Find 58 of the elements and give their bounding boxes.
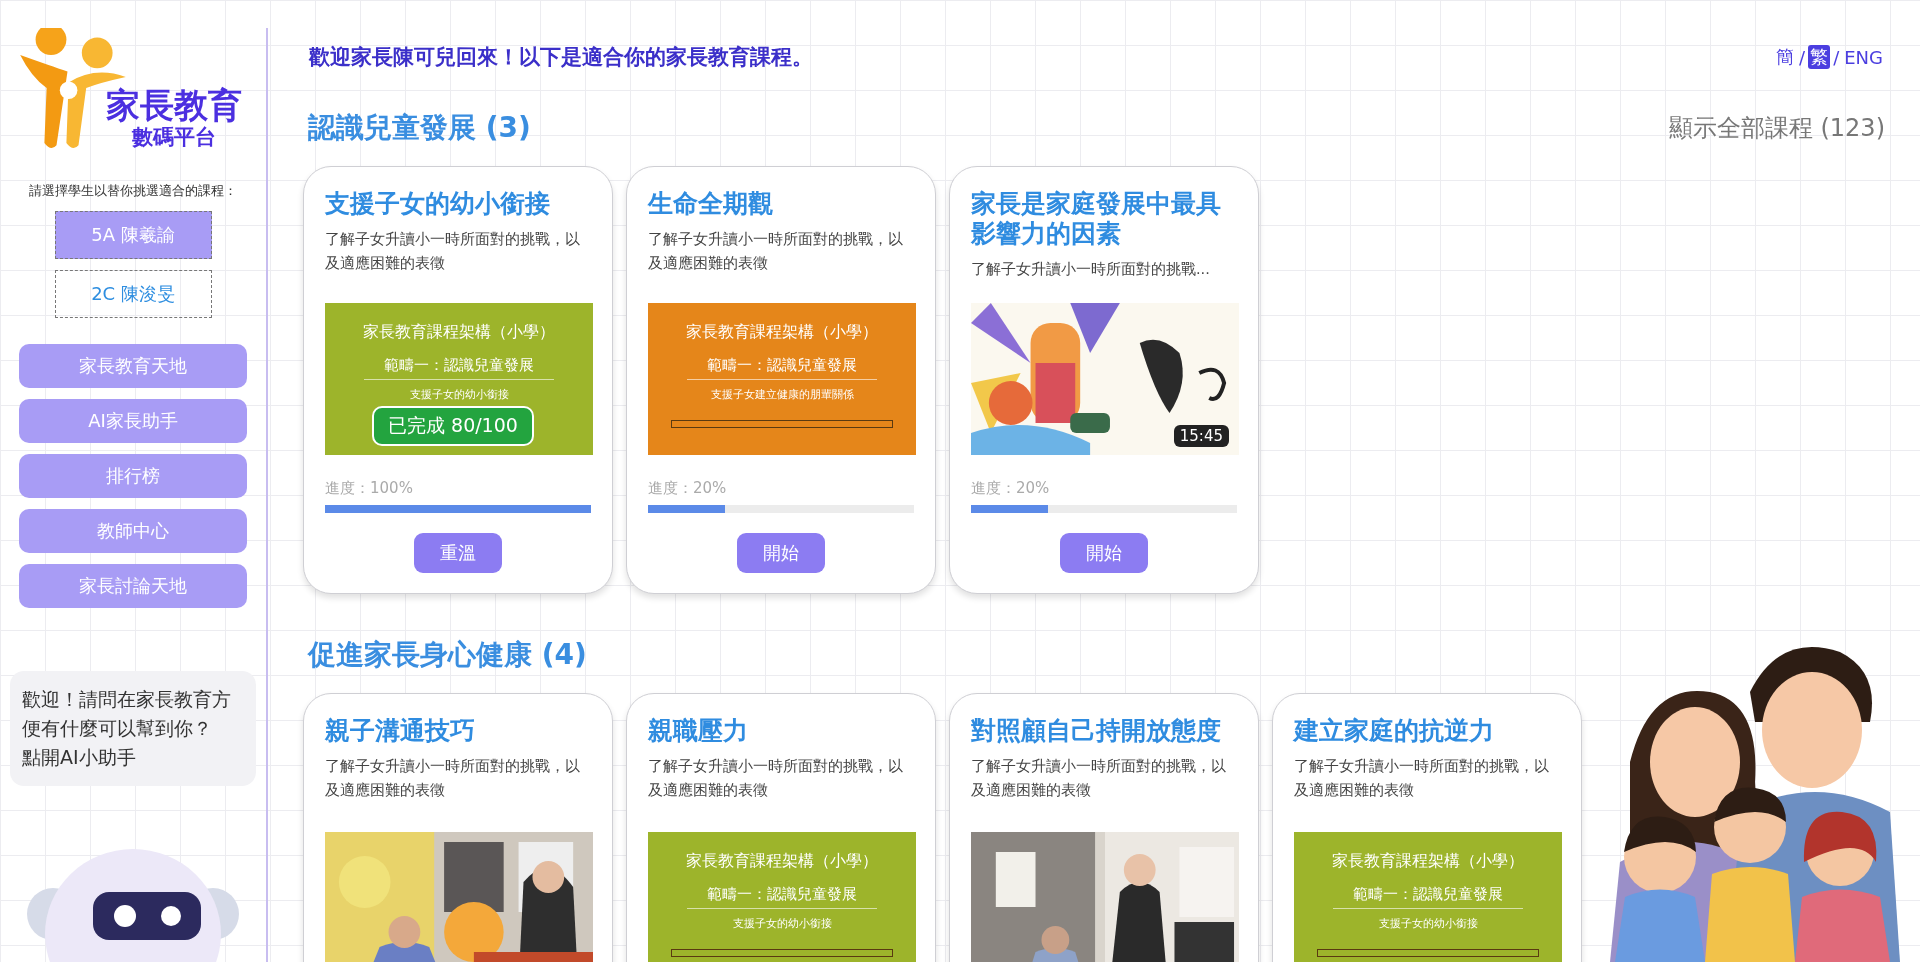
- course-title[interactable]: 支援子女的幼小銜接: [325, 189, 591, 219]
- nav-button[interactable]: 家長教育天地: [19, 344, 247, 388]
- course-description: 了解子女升讀小一時所面對的挑戰...: [971, 260, 1211, 279]
- slide-text: 家長教育課程架構（小學）: [686, 321, 878, 344]
- slide-text: 範疇一：認識兒童發展: [364, 353, 554, 381]
- course-title[interactable]: 對照顧自己持開放態度: [971, 716, 1237, 746]
- language-option[interactable]: ENG: [1842, 46, 1885, 68]
- nav-button[interactable]: 排行榜: [19, 454, 247, 498]
- course-description: 了解子女升讀小一時所面對的挑戰，以及適應困難的表徵: [648, 757, 904, 800]
- progress-label: 進度：20%: [648, 478, 728, 500]
- slide-thumbnail[interactable]: 家長教育課程架構（小學） 範疇一：認識兒童發展 支援子女的幼小銜接: [648, 832, 916, 962]
- logo-title: 家長教育: [106, 86, 242, 124]
- nav-button[interactable]: 教師中心: [19, 509, 247, 553]
- course-title[interactable]: 建立家庭的抗逆力: [1294, 716, 1560, 746]
- progress-label: 進度：20%: [971, 478, 1051, 500]
- completion-badge: 已完成 80/100: [372, 406, 534, 447]
- progress-label: 進度：100%: [325, 478, 414, 500]
- nav-button[interactable]: 家長討論天地: [19, 564, 247, 608]
- slide-text: 家長教育課程架構（小學）: [686, 850, 878, 872]
- slide-text: 家長教育課程架構（小學）: [363, 321, 555, 344]
- section-title: 認識兒童發展 (3): [308, 110, 531, 146]
- language-separator: /: [1798, 46, 1807, 68]
- show-all-link[interactable]: 顯示全部課程 (123): [1668, 112, 1885, 144]
- course-description: 了解子女升讀小一時所面對的挑戰，以及適應困難的表徵: [325, 757, 581, 800]
- course-action-button[interactable]: 開始: [737, 533, 825, 573]
- nav-button[interactable]: AI家長助手: [19, 399, 247, 443]
- course-action-button[interactable]: 開始: [1060, 533, 1148, 573]
- course-action-button[interactable]: 重溫: [414, 533, 502, 573]
- slide-text: 支援子女的幼小銜接: [732, 916, 832, 932]
- language-separator: /: [1832, 46, 1841, 68]
- slide-text: 家長教育課程架構（小學）: [1332, 850, 1524, 872]
- slide-text: 範疇一：認識兒童發展: [1333, 882, 1523, 909]
- course-description: 了解子女升讀小一時所面對的挑戰，以及適應困難的表徵: [325, 230, 581, 273]
- assistant-message: 點開AI小助手: [22, 745, 137, 770]
- course-title[interactable]: 親子溝通技巧: [325, 716, 591, 746]
- course-description: 了解子女升讀小一時所面對的挑戰，以及適應困難的表徵: [1294, 757, 1550, 800]
- course-description: 了解子女升讀小一時所面對的挑戰，以及適應困難的表徵: [648, 230, 904, 273]
- slide-text: 支援子女建立健康的朋輩關係: [710, 387, 854, 404]
- student-button[interactable]: 5A 陳羲諭: [54, 211, 212, 259]
- language-option[interactable]: 繁: [1808, 45, 1831, 69]
- course-title[interactable]: 親職壓力: [648, 716, 914, 746]
- slide-text: 範疇一：認識兒童發展: [687, 882, 877, 909]
- course-title[interactable]: 家長是家庭發展中最具影響力的因素: [971, 189, 1237, 249]
- course-description: 了解子女升讀小一時所面對的挑戰，以及適應困難的表徵: [971, 757, 1227, 800]
- slide-text: 支援子女的幼小銜接: [409, 387, 509, 404]
- course-title[interactable]: 生命全期觀: [648, 189, 914, 219]
- student-button[interactable]: 2C 陳浚旻: [54, 270, 212, 318]
- student-prompt: 請選擇學生以替你挑選適合的課程：: [29, 182, 237, 200]
- section-title: 促進家長身心健康 (4): [308, 637, 587, 673]
- language-option[interactable]: 簡: [1774, 45, 1797, 69]
- assistant-message: 歡迎！請問在家長教育方便有什麼可以幫到你？: [22, 687, 232, 741]
- welcome-message: 歡迎家長陳可兒回來！以下是適合你的家長教育課程。: [309, 44, 813, 71]
- video-duration: 15:45: [1173, 425, 1229, 448]
- slide-thumbnail[interactable]: 家長教育課程架構（小學） 範疇一：認識兒童發展 支援子女建立健康的朋輩關係: [648, 303, 916, 456]
- slide-thumbnail[interactable]: 家長教育課程架構（小學） 範疇一：認識兒童發展 支援子女的幼小銜接: [1294, 832, 1562, 962]
- logo-subtitle: 數碼平台: [132, 124, 216, 150]
- slide-text: 範疇一：認識兒童發展: [687, 353, 877, 381]
- slide-text: 支援子女的幼小銜接: [1378, 916, 1478, 932]
